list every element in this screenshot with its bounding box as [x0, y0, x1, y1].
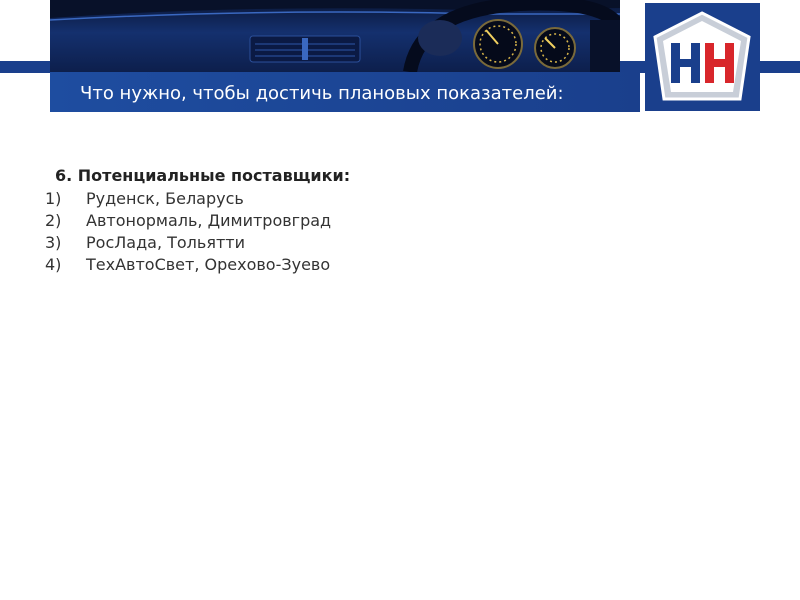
list-item: 1) Руденск, Беларусь	[45, 188, 645, 210]
list-item-text: Автонормаль, Димитровград	[86, 211, 332, 230]
dashboard-photo	[50, 0, 620, 72]
list-item: 2) Автонормаль, Димитровград	[45, 210, 645, 232]
list-item: 4) ТехАвтоСвет, Орехово-Зуево	[45, 254, 645, 276]
list-item-text: РосЛада, Тольятти	[86, 233, 245, 252]
list-item-number: 1)	[45, 189, 62, 208]
list-item-text: ТехАвтоСвет, Орехово-Зуево	[86, 255, 331, 274]
section-heading: 6. Потенциальные поставщики:	[55, 166, 351, 185]
page-title: Что нужно, чтобы достичь плановых показа…	[80, 83, 564, 104]
title-bar: Что нужно, чтобы достичь плановых показа…	[50, 72, 640, 112]
list-item-number: 4)	[45, 255, 62, 274]
supplier-section: 6. Потенциальные поставщики: 1) Руденск,…	[45, 164, 645, 276]
list-item: 3) РосЛада, Тольятти	[45, 232, 645, 254]
list-item-text: Руденск, Беларусь	[86, 189, 244, 208]
list-item-number: 3)	[45, 233, 62, 252]
supplier-list: 1) Руденск, Беларусь 2) Автонормаль, Дим…	[45, 188, 645, 276]
list-item-number: 2)	[45, 211, 62, 230]
company-logo	[645, 3, 760, 111]
